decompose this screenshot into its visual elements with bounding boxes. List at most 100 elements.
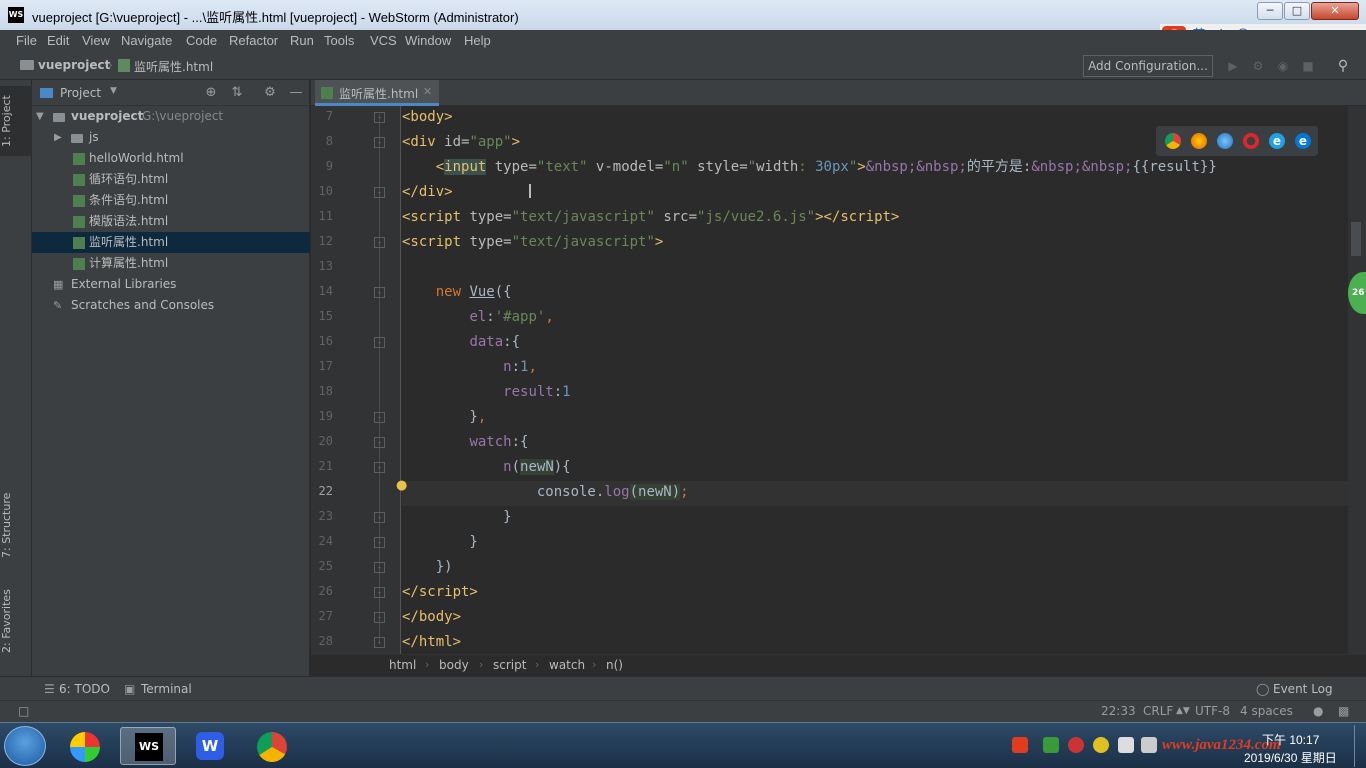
clock-time[interactable]: 下午 10:17 bbox=[1262, 731, 1319, 748]
fold-marker-icon[interactable]: - bbox=[374, 287, 385, 298]
intention-bulb-icon[interactable]: ● bbox=[396, 479, 408, 493]
breadcrumb-html[interactable]: html bbox=[389, 658, 416, 672]
fold-marker-icon[interactable]: - bbox=[374, 612, 385, 623]
collapse-all-icon[interactable]: ⇅ bbox=[229, 85, 245, 101]
show-desktop-button[interactable] bbox=[1354, 725, 1364, 767]
opera-icon[interactable] bbox=[1243, 133, 1259, 149]
firefox-icon[interactable] bbox=[1191, 133, 1207, 149]
fold-marker-icon[interactable]: - bbox=[374, 637, 385, 648]
event-log-tool-tab[interactable]: Event Log bbox=[1273, 682, 1333, 696]
caret-position[interactable]: 22:33 bbox=[1101, 704, 1136, 718]
editor-scrollbar-strip[interactable] bbox=[1348, 106, 1366, 654]
windows-start-icon[interactable] bbox=[4, 726, 46, 766]
line-separator[interactable]: CRLF bbox=[1143, 704, 1173, 718]
taskbar-app-browser[interactable] bbox=[58, 727, 114, 765]
close-button[interactable]: ✕ bbox=[1311, 2, 1359, 20]
tree-item-root[interactable]: ▼ vueproject G:\vueproject bbox=[32, 106, 310, 127]
hide-panel-icon[interactable]: — bbox=[288, 85, 304, 101]
fold-marker-icon[interactable]: - bbox=[374, 137, 385, 148]
maximize-button[interactable]: □ bbox=[1284, 2, 1310, 20]
memory-indicator-icon[interactable]: ▩ bbox=[1338, 704, 1349, 718]
debug-icon[interactable]: ⚙ bbox=[1250, 58, 1266, 74]
breadcrumb-watch[interactable]: watch bbox=[549, 658, 585, 672]
nav-file[interactable]: 监听属性.html bbox=[134, 58, 213, 75]
tree-item-file[interactable]: 循环语句.html bbox=[32, 169, 310, 190]
taskbar-app-webstorm[interactable]: WS bbox=[120, 727, 176, 765]
tree-item-file[interactable]: 条件语句.html bbox=[32, 190, 310, 211]
fold-marker-icon[interactable]: - bbox=[374, 537, 385, 548]
tray-plus-icon[interactable] bbox=[1093, 737, 1109, 753]
tree-item-file[interactable]: helloWorld.html bbox=[32, 148, 310, 169]
menu-window[interactable]: Window bbox=[405, 33, 451, 48]
chevron-down-icon[interactable]: ▼ bbox=[110, 86, 117, 96]
ie-icon[interactable]: e bbox=[1269, 133, 1285, 149]
menu-help[interactable]: Help bbox=[464, 33, 491, 48]
tray-record-icon[interactable] bbox=[1068, 737, 1084, 753]
menu-view[interactable]: View bbox=[82, 33, 110, 48]
menu-refactor[interactable]: Refactor bbox=[229, 33, 278, 48]
menu-tools[interactable]: Tools bbox=[324, 33, 354, 48]
breadcrumb-n[interactable]: n() bbox=[606, 658, 623, 672]
breadcrumb-script[interactable]: script bbox=[493, 658, 526, 672]
minimize-button[interactable]: ─ bbox=[1257, 2, 1283, 20]
structure-tool-tab[interactable]: 7: Structure bbox=[0, 485, 32, 565]
indent-setting[interactable]: 4 spaces bbox=[1240, 704, 1293, 718]
taskbar-app-chrome[interactable] bbox=[244, 727, 300, 765]
menu-vcs[interactable]: VCS bbox=[370, 33, 397, 48]
menu-run[interactable]: Run bbox=[290, 33, 314, 48]
chrome-icon[interactable] bbox=[1165, 133, 1181, 149]
safari-icon[interactable] bbox=[1217, 133, 1233, 149]
clock-date[interactable]: 2019/6/30 星期日 bbox=[1244, 749, 1337, 766]
breadcrumb-body[interactable]: body bbox=[439, 658, 469, 672]
menu-code[interactable]: Code bbox=[186, 33, 217, 48]
terminal-tool-tab[interactable]: Terminal bbox=[141, 682, 192, 696]
scrollbar-thumb[interactable] bbox=[1351, 222, 1361, 256]
fold-marker-icon[interactable]: - bbox=[374, 112, 385, 123]
tree-item-external-libraries[interactable]: ▦ External Libraries bbox=[32, 274, 310, 295]
todo-tool-tab[interactable]: 6: TODO bbox=[59, 682, 110, 696]
tree-item-js[interactable]: ▶ js bbox=[32, 127, 310, 148]
menu-file[interactable]: File bbox=[16, 33, 37, 48]
menu-navigate[interactable]: Navigate bbox=[121, 33, 172, 48]
fold-marker-icon[interactable]: - bbox=[374, 512, 385, 523]
tree-item-scratches[interactable]: ✎ Scratches and Consoles bbox=[32, 295, 310, 316]
tree-item-file[interactable]: 计算属性.html bbox=[32, 253, 310, 274]
fold-marker-icon[interactable]: - bbox=[374, 337, 385, 348]
fold-marker-icon[interactable]: - bbox=[374, 562, 385, 573]
tray-sogou-icon[interactable] bbox=[1012, 737, 1028, 753]
tool-window-toggle-icon[interactable]: □ bbox=[18, 704, 29, 718]
fold-marker-icon[interactable]: - bbox=[374, 237, 385, 248]
coverage-icon[interactable]: ◉ bbox=[1275, 58, 1291, 74]
editor-tab-active[interactable]: 监听属性.html ✕ bbox=[315, 80, 439, 106]
project-tool-tab[interactable]: 1: Project bbox=[0, 86, 32, 156]
project-view-selector[interactable]: Project bbox=[60, 86, 101, 100]
stop-icon[interactable]: ■ bbox=[1300, 58, 1316, 74]
fold-marker-icon[interactable]: - bbox=[374, 412, 385, 423]
favorites-tool-tab[interactable]: 2: Favorites bbox=[0, 585, 32, 657]
file-encoding[interactable]: UTF-8 bbox=[1195, 704, 1230, 718]
nav-project[interactable]: vueproject bbox=[38, 58, 110, 72]
fold-marker-icon[interactable]: - bbox=[374, 187, 385, 198]
fold-marker-icon[interactable]: - bbox=[374, 462, 385, 473]
search-everywhere-icon[interactable]: ⚲ bbox=[1335, 58, 1351, 74]
tray-flag-icon[interactable] bbox=[1141, 737, 1157, 753]
add-configuration-button[interactable]: Add Configuration... bbox=[1083, 55, 1213, 77]
close-tab-icon[interactable]: ✕ bbox=[423, 85, 432, 98]
tray-network-icon[interactable] bbox=[1118, 737, 1134, 753]
tree-item-file[interactable]: 模版语法.html bbox=[32, 211, 310, 232]
code-editor[interactable]: <body> <div id="app"> <input type="text"… bbox=[402, 106, 1348, 654]
lock-icon[interactable]: ● bbox=[1313, 704, 1323, 718]
run-icon[interactable]: ▶ bbox=[1225, 58, 1241, 74]
locate-icon[interactable]: ⊕ bbox=[203, 85, 219, 101]
gear-icon[interactable]: ⚙ bbox=[262, 85, 278, 101]
tray-shield-icon[interactable] bbox=[1043, 737, 1059, 753]
tree-item-file-selected[interactable]: 监听属性.html bbox=[32, 232, 310, 253]
edge-icon[interactable]: e bbox=[1295, 133, 1311, 149]
code-line: n(newN){ bbox=[503, 459, 571, 475]
menu-edit[interactable]: Edit bbox=[47, 33, 69, 48]
chevron-down-icon[interactable]: ▼ bbox=[36, 106, 48, 127]
fold-marker-icon[interactable]: - bbox=[374, 587, 385, 598]
chevron-right-icon[interactable]: ▶ bbox=[54, 127, 66, 148]
fold-marker-icon[interactable]: - bbox=[374, 437, 385, 448]
taskbar-app-wps[interactable]: W bbox=[182, 727, 238, 765]
